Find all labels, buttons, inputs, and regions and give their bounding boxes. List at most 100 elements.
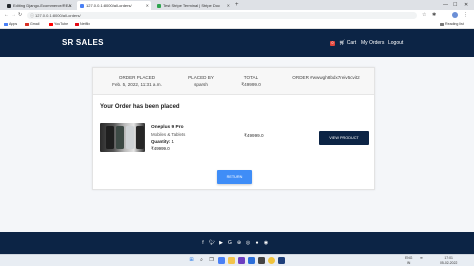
quantity-label: Quantity:: [151, 139, 171, 144]
close-tab-icon[interactable]: ✕: [227, 1, 230, 10]
extensions-icon[interactable]: ✱: [432, 10, 436, 20]
close-window-icon[interactable]: ✕: [464, 0, 468, 10]
star-icon[interactable]: ☆: [422, 10, 426, 20]
forward-icon[interactable]: →: [11, 10, 16, 20]
bookmark-label: Netflix: [80, 22, 90, 26]
back-icon[interactable]: ←: [4, 10, 9, 20]
reading-list-icon: [440, 23, 444, 26]
reddit-icon[interactable]: ◉: [262, 232, 270, 254]
order-placed-column: ORDER PLACED Feb. 5, 2022, 11:31 a.m.: [107, 74, 167, 88]
brand-logo[interactable]: SR SALES: [62, 29, 104, 57]
bookmarks-bar: Apps Gmail YouTube Netflix Reading list: [0, 20, 474, 29]
facebook-icon[interactable]: f: [199, 232, 207, 254]
app2-icon[interactable]: [278, 257, 285, 264]
region-code: IN: [406, 261, 411, 265]
placed-by-column: PLACED BY sparsh: [181, 74, 221, 88]
bookmark-gmail[interactable]: Gmail: [25, 20, 39, 29]
cart-icon: 🛒︎: [339, 40, 346, 46]
cart-count-badge: 0: [330, 40, 335, 46]
order-placed-label: ORDER PLACED: [118, 75, 156, 80]
netflix-icon: [75, 23, 79, 26]
youtube-icon[interactable]: ▶: [217, 232, 225, 254]
search-icon[interactable]: ⌕: [198, 257, 205, 264]
windows-taskbar: ⊞ ⌕ ❐ ENG IN ≋ 17:01 05-02-2022: [0, 254, 474, 266]
page-favicon-icon: [80, 3, 84, 8]
task-view-icon[interactable]: ❐: [208, 257, 215, 264]
lang-code: ENG: [405, 256, 413, 260]
pinterest-icon[interactable]: ⊕: [235, 232, 243, 254]
close-tab-icon[interactable]: ✕: [146, 1, 149, 10]
github-icon[interactable]: ●: [253, 232, 261, 254]
terminal-icon[interactable]: [258, 257, 265, 264]
tab-label: Test Stripe Terminal | Stripe Doc: [163, 3, 220, 8]
product-category: Mobiles & Tablets: [151, 132, 186, 137]
close-tab-icon[interactable]: ✕: [69, 1, 72, 10]
mail-icon[interactable]: [218, 257, 225, 264]
vscode-icon[interactable]: [248, 257, 255, 264]
start-icon[interactable]: ⊞: [188, 257, 195, 264]
cart-label: Cart: [346, 40, 357, 46]
bookmark-apps[interactable]: Apps: [4, 20, 17, 29]
product-price: ₹49999.0: [151, 146, 170, 151]
minimize-icon[interactable]: —: [443, 0, 448, 10]
menu-icon[interactable]: ⋮: [463, 10, 468, 20]
placed-by-label: PLACED BY: [188, 75, 214, 80]
reading-list-label: Reading list: [445, 22, 464, 26]
total-column: TOTAL ₹49999.0: [233, 74, 269, 88]
chrome-icon[interactable]: [268, 257, 275, 264]
browser-tab-all-orders[interactable]: 127.0.0.1:8000/all-orders/ ✕: [77, 1, 151, 10]
my-orders-link[interactable]: My Orders: [361, 29, 384, 57]
url-input[interactable]: ⓘ 127.0.0.1:8000/all-orders/: [27, 11, 417, 19]
product-name[interactable]: Oneplus 9 Pro: [151, 125, 184, 130]
github-favicon-icon: [7, 3, 11, 8]
wifi-icon[interactable]: ≋: [420, 256, 423, 261]
maximize-icon[interactable]: ☐: [453, 0, 457, 10]
site-footer: f 🐦︎ ▶ G ⊕ ◎ ● ◉: [0, 232, 474, 254]
file-explorer-icon[interactable]: [228, 257, 235, 264]
google-icon[interactable]: G: [226, 232, 234, 254]
order-card: ORDER PLACED Feb. 5, 2022, 11:31 a.m. PL…: [92, 67, 375, 190]
product-quantity: Quantity: 1: [151, 139, 174, 144]
site-header: SR SALES 0 🛒︎ Cart My Orders Logout: [0, 29, 474, 57]
clock-time: 17:01: [444, 256, 453, 260]
url-text: 127.0.0.1:8000/all-orders/: [35, 12, 81, 18]
bookmark-youtube[interactable]: YouTube: [49, 20, 68, 29]
profile-avatar[interactable]: [452, 12, 458, 18]
app-icon[interactable]: [238, 257, 245, 264]
reload-icon[interactable]: ↻: [18, 10, 22, 20]
cart-link[interactable]: 🛒︎ Cart: [339, 29, 356, 57]
browser-tab-editing[interactable]: Editing Django-Ecommerce/REA ✕: [4, 1, 74, 10]
tab-label: Editing Django-Ecommerce/REA: [13, 3, 72, 8]
return-button[interactable]: RETURN: [217, 170, 252, 184]
clock[interactable]: 17:01 05-02-2022: [440, 256, 457, 266]
new-tab-button[interactable]: +: [235, 1, 239, 10]
quantity-value: 1: [171, 139, 174, 144]
order-id: ORDER #wwwgh8bdx7reiv5cvit2: [292, 75, 360, 80]
total-label: TOTAL: [243, 75, 259, 80]
discord-icon[interactable]: ◎: [244, 232, 252, 254]
bookmark-label: YouTube: [54, 22, 69, 26]
tab-label: 127.0.0.1:8000/all-orders/: [86, 3, 132, 8]
bookmark-label: Apps: [9, 22, 18, 26]
placed-by-value: sparsh: [194, 82, 208, 87]
total-value: ₹49999.0: [241, 82, 261, 87]
bookmark-netflix[interactable]: Netflix: [75, 20, 90, 29]
reading-list[interactable]: Reading list: [440, 20, 464, 29]
language-indicator[interactable]: ENG IN: [405, 256, 412, 266]
browser-tab-strip: Editing Django-Ecommerce/REA ✕ 127.0.0.1…: [0, 0, 474, 10]
order-summary-header: ORDER PLACED Feb. 5, 2022, 11:31 a.m. PL…: [93, 68, 374, 95]
gmail-icon: [25, 23, 29, 26]
youtube-icon: [49, 23, 53, 26]
twitter-icon[interactable]: 🐦︎: [208, 232, 216, 254]
view-product-button[interactable]: VIEW PRODUCT: [319, 131, 369, 145]
logout-link[interactable]: Logout: [388, 29, 403, 57]
clock-date: 05-02-2022: [440, 261, 458, 265]
product-image[interactable]: [100, 123, 145, 152]
order-placed-value: Feb. 5, 2022, 11:31 a.m.: [112, 82, 162, 87]
order-id-column: ORDER #wwwgh8bdx7reiv5cvit2: [284, 74, 368, 81]
browser-tab-stripe[interactable]: Test Stripe Terminal | Stripe Doc ✕: [154, 1, 232, 10]
address-bar-row: ← → ↻ ⓘ 127.0.0.1:8000/all-orders/ ☆ ✱ ⋮: [0, 10, 474, 20]
order-placed-heading: Your Order has been placed: [100, 104, 180, 110]
line-total: ₹49999.0: [244, 133, 264, 138]
stripe-favicon-icon: [157, 3, 161, 8]
